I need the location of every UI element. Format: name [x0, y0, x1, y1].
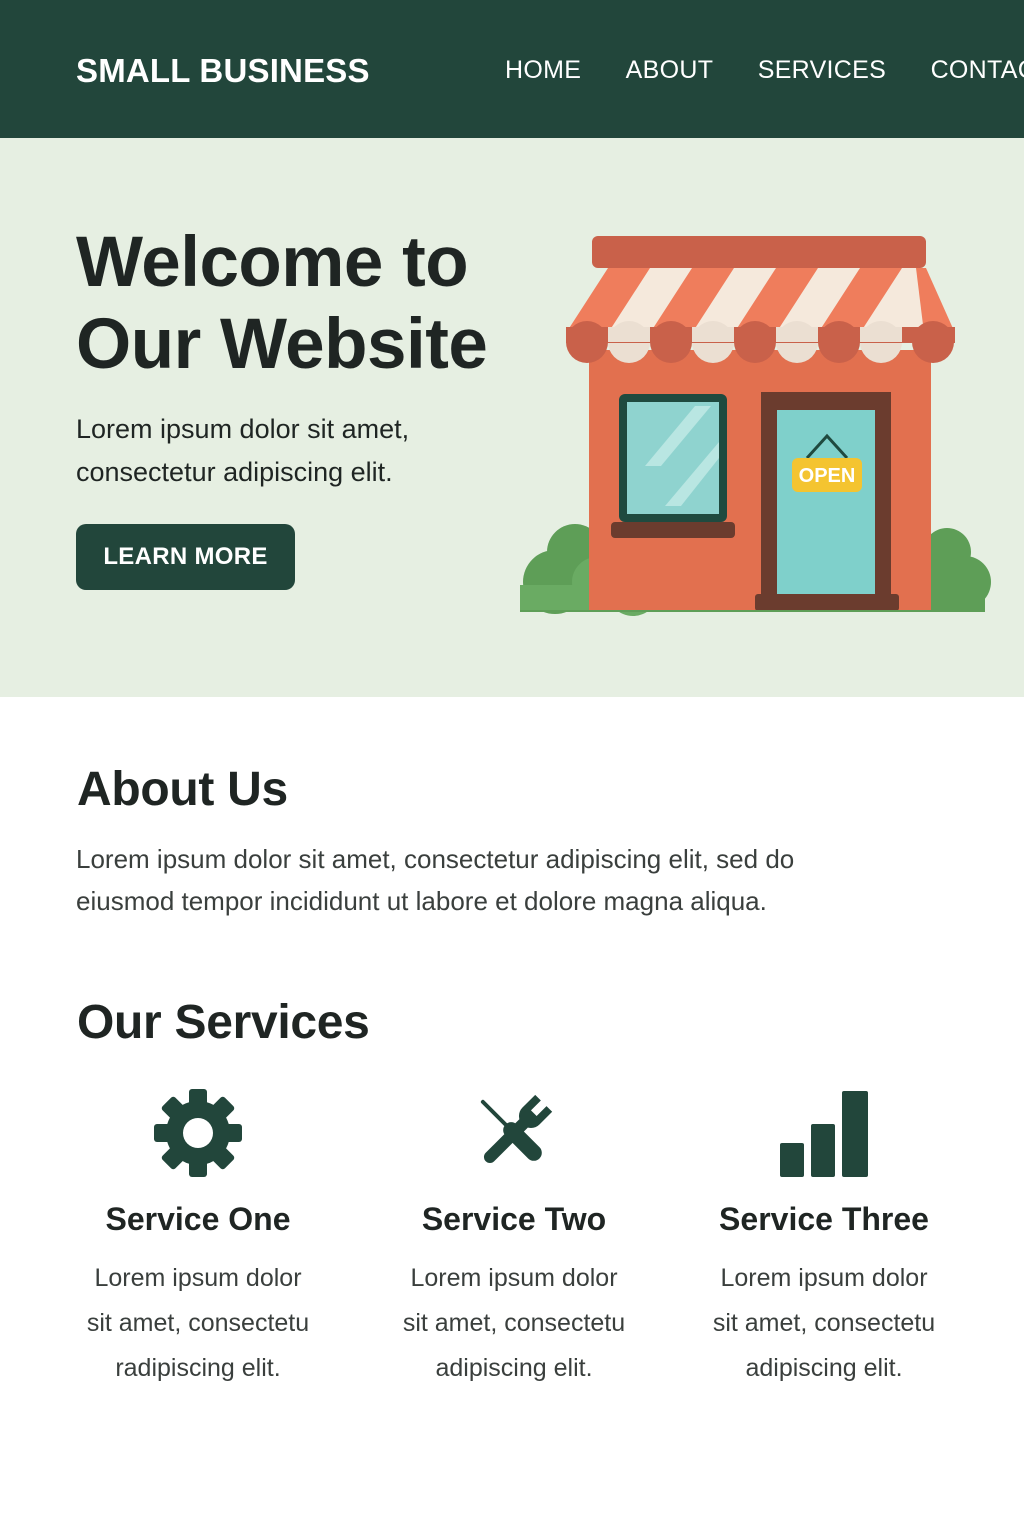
top-navbar: SMALL BUSINESS HOME ABOUT SERVICES CONTA…: [0, 0, 1024, 138]
service-title: Service One: [105, 1201, 291, 1237]
service-description: Lorem ipsum dolor sit amet, consectetu a…: [402, 1264, 626, 1382]
brand-logo[interactable]: SMALL BUSINESS: [76, 52, 370, 90]
nav-contact-link[interactable]: CONTACT: [931, 56, 1024, 85]
service-card-one: Service One Lorem ipsum dolor sit amet, …: [48, 1085, 348, 1391]
service-description: Lorem ipsum dolor sit amet, consectetu r…: [86, 1264, 310, 1382]
awning: [566, 268, 955, 363]
bush-right: [923, 528, 991, 611]
about-text-line: eiusmod tempor incididunt ut labore et d…: [76, 886, 767, 916]
nav-services-link[interactable]: SERVICES: [758, 56, 886, 85]
about-text-line: Lorem ipsum dolor sit amet, consectetur …: [76, 844, 795, 874]
shop-door: OPEN: [755, 392, 899, 611]
learn-more-button[interactable]: LEARN MORE: [76, 524, 295, 590]
about-title: About Us: [77, 763, 288, 816]
services-title: Our Services: [77, 996, 370, 1049]
hero-subtitle-line: Lorem ipsum dolor sit amet,: [76, 414, 410, 444]
service-description: Lorem ipsum dolor sit amet, consectetu a…: [712, 1264, 936, 1382]
nav-home-link[interactable]: HOME: [505, 56, 581, 85]
open-sign-text: OPEN: [799, 465, 856, 487]
service-title: Service Three: [719, 1201, 929, 1237]
about-text: Lorem ipsum dolor sit amet, consectetur …: [76, 838, 794, 922]
bar-chart-icon: [780, 1091, 868, 1177]
hero-section: Welcome to Our Website Lorem ipsum dolor…: [0, 138, 1024, 697]
tools-icon: [480, 1094, 553, 1164]
hero-subtitle-line: consectetur adipiscing elit.: [76, 457, 393, 487]
service-card-three: Service Three Lorem ipsum dolor sit amet…: [674, 1085, 974, 1391]
storefront-illustration: OPEN: [520, 236, 991, 616]
nav-about-link[interactable]: ABOUT: [626, 56, 714, 85]
service-title: Service Two: [421, 1201, 607, 1237]
main-nav: HOME ABOUT SERVICES CONTACT: [505, 56, 1024, 85]
page: SMALL BUSINESS HOME ABOUT SERVICES CONTA…: [0, 0, 1024, 1536]
shop-window: [611, 394, 735, 538]
hero-title-line: Welcome to: [76, 223, 469, 302]
hero-subtitle: Lorem ipsum dolor sit amet, consectetur …: [76, 408, 409, 494]
service-card-two: Service Two Lorem ipsum dolor sit amet, …: [364, 1085, 664, 1391]
gear-icon: [154, 1089, 242, 1177]
hero-title-line: Our Website: [76, 305, 488, 384]
hero-title: Welcome to Our Website: [76, 222, 488, 386]
